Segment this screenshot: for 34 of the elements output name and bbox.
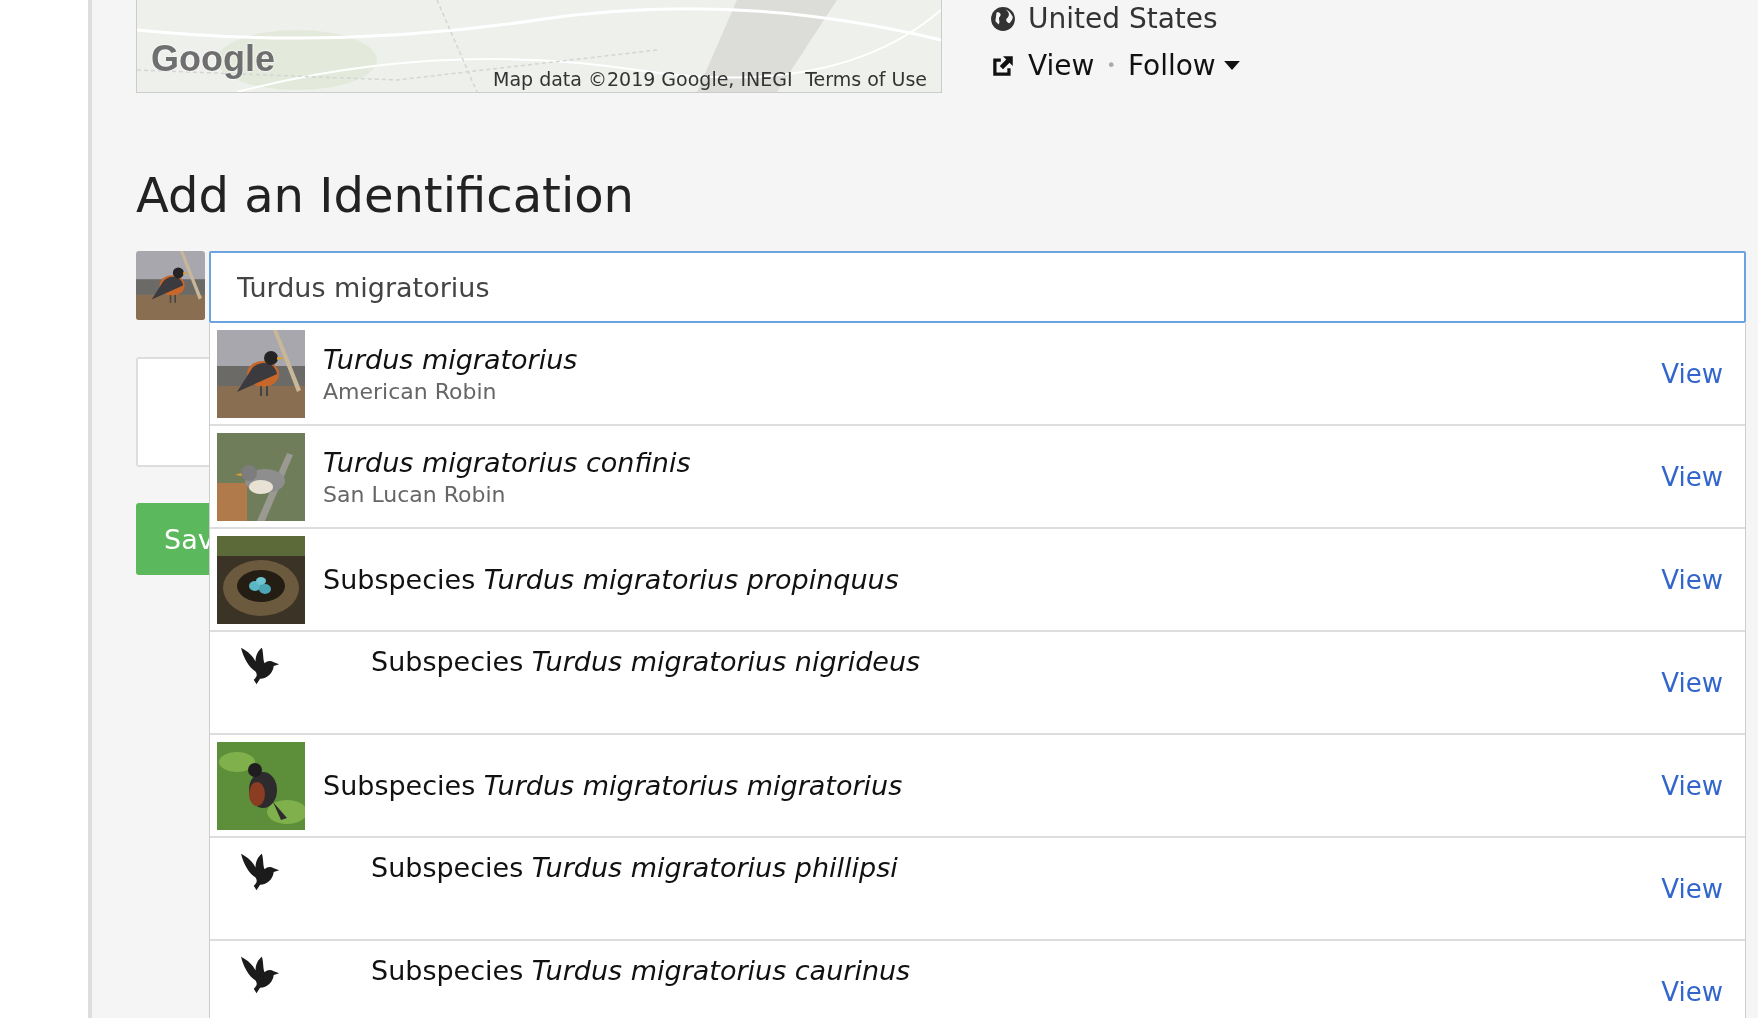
common-name: San Lucan Robin <box>323 481 507 507</box>
view-link[interactable]: View <box>1661 770 1723 801</box>
taxon-name: Subspecies Turdus migratorius propinquus <box>323 564 900 595</box>
caret-icon <box>1223 61 1240 70</box>
common-name: American Robin <box>323 378 498 404</box>
taxon-name: Subspecies Turdus migratorius phillipsi <box>371 852 899 883</box>
taxon-name: Subspecies Turdus migratorius nigrideus <box>371 646 922 677</box>
suggestion-item[interactable]: Turdus migratorius confinis San Lucan Robin View <box>210 426 1745 529</box>
suggestion-item[interactable]: Subspecies Turdus migratorius phillipsi View <box>210 838 1745 941</box>
terms-link[interactable]: Terms of Use <box>805 68 927 90</box>
separator-dot: • <box>1106 56 1116 75</box>
taxon-name: Subspecies Turdus migratorius caurinus <box>371 955 912 986</box>
view-link[interactable]: View <box>1661 358 1723 389</box>
suggestion-item[interactable]: Subspecies Turdus migratorius propinquus View <box>210 529 1745 632</box>
view-link[interactable]: View <box>1661 668 1723 698</box>
view-link[interactable]: View <box>1661 564 1723 595</box>
view-link[interactable]: View <box>1661 461 1723 492</box>
suggestion-item[interactable]: Subspecies Turdus migratorius caurinus View <box>210 941 1745 1018</box>
view-link[interactable]: View <box>1028 49 1095 82</box>
view-link[interactable]: View <box>1661 977 1723 1007</box>
taxon-search-field[interactable]: Turdus migratorius <box>209 251 1746 323</box>
taxon-name: Turdus migratorius <box>323 343 579 375</box>
taxon-name: Subspecies Turdus migratorius migratorius <box>323 770 904 801</box>
suggestion-item[interactable]: Subspecies Turdus migratorius migratorius View <box>210 735 1745 838</box>
globe-icon <box>990 5 1016 32</box>
view-link[interactable]: View <box>1661 874 1723 904</box>
suggestion-item[interactable]: Turdus migratorius American Robin View <box>210 323 1745 426</box>
taxon-name: Turdus migratorius confinis <box>323 446 692 478</box>
map-logo: Google <box>151 38 275 80</box>
follow-button[interactable]: Follow <box>1127 49 1240 82</box>
section-heading: Add an Identification <box>136 167 635 223</box>
map-attribution: Map data ©2019 Google, INEGI <box>493 68 793 90</box>
place-name: United States <box>1028 2 1218 35</box>
suggestion-item[interactable]: Subspecies Turdus migratorius nigrideus View <box>210 632 1745 735</box>
